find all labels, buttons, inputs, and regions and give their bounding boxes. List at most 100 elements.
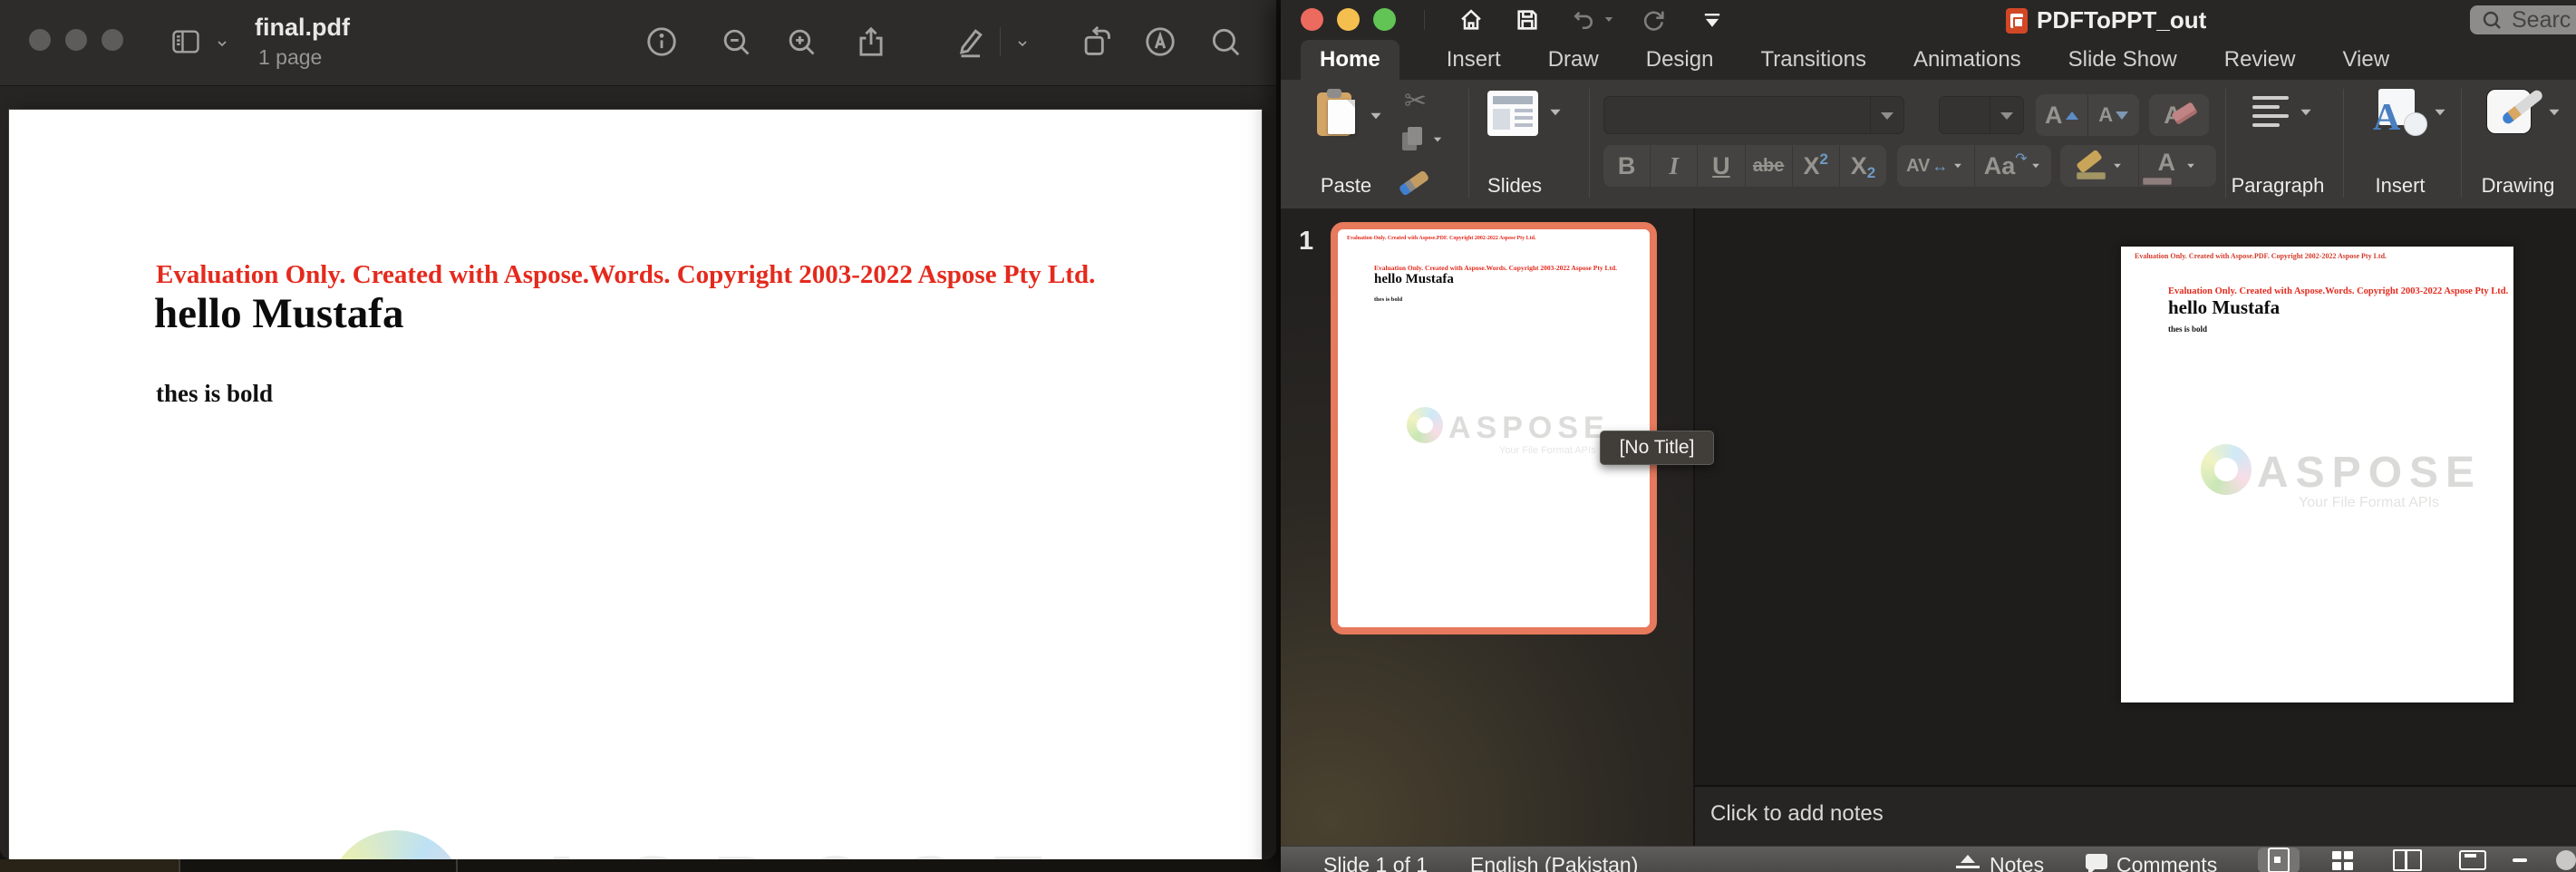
- markup-pencil-icon[interactable]: [953, 24, 987, 59]
- slides-button[interactable]: [1487, 91, 1538, 136]
- tab-review[interactable]: Review: [2224, 47, 2296, 73]
- tab-home[interactable]: Home: [1301, 40, 1399, 80]
- close-button[interactable]: [1301, 8, 1323, 31]
- slide-words-eval-text: Evaluation Only. Created with Aspose.Wor…: [2168, 286, 2508, 296]
- comments-icon[interactable]: [2086, 854, 2107, 869]
- subscript-button[interactable]: X 2: [1839, 145, 1886, 187]
- zoom-window-button[interactable]: [102, 29, 123, 51]
- sidebar-toggle-icon[interactable]: [169, 26, 203, 61]
- ribbon-group-divider: [1468, 89, 1469, 198]
- strikethrough-button[interactable]: abe: [1745, 145, 1792, 187]
- toolbar-divider: [1000, 27, 1001, 56]
- zoom-out-icon[interactable]: [719, 24, 753, 59]
- dock-separator: [179, 859, 180, 872]
- drawing-dropdown-icon[interactable]: [2549, 110, 2559, 115]
- paragraph-dropdown-icon[interactable]: [2300, 110, 2310, 115]
- format-painter-icon[interactable]: [1399, 170, 1430, 196]
- font-color-button[interactable]: A: [2138, 145, 2217, 187]
- italic-button[interactable]: I: [1650, 145, 1697, 187]
- highlight-dropdown-icon: [2114, 164, 2121, 168]
- copy-icon[interactable]: [1402, 127, 1422, 150]
- tab-slide-show[interactable]: Slide Show: [2068, 47, 2177, 73]
- bold-glyph: B: [1618, 152, 1636, 180]
- character-spacing-button[interactable]: AV ↔: [1897, 145, 1974, 187]
- zoom-slider-knob[interactable]: [2556, 850, 2576, 870]
- info-icon[interactable]: [644, 24, 679, 59]
- tab-insert[interactable]: Insert: [1447, 47, 1501, 73]
- underline-button[interactable]: U: [1697, 145, 1744, 187]
- tab-view[interactable]: View: [2342, 47, 2389, 73]
- thumb-watermark-tagline: Your File Format APIs: [1499, 445, 1596, 456]
- insert-button[interactable]: A: [2373, 89, 2427, 140]
- font-size-dropdown-icon[interactable]: [1990, 97, 2023, 133]
- font-name-combobox[interactable]: [1603, 96, 1904, 134]
- clear-formatting-button[interactable]: A: [2149, 94, 2209, 136]
- tab-animations[interactable]: Animations: [1913, 47, 2021, 73]
- shrink-font-button[interactable]: A: [2087, 94, 2140, 136]
- share-icon[interactable]: [854, 24, 888, 59]
- tab-design[interactable]: Design: [1646, 47, 1714, 73]
- normal-view-button[interactable]: [2258, 848, 2300, 872]
- pdf-page[interactable]: Evaluation Only. Created with Aspose.Wor…: [9, 110, 1262, 859]
- text-highlight-button[interactable]: [2060, 145, 2138, 187]
- paste-button[interactable]: [1317, 89, 1359, 138]
- minimize-button[interactable]: [65, 29, 87, 51]
- font-size-combobox[interactable]: [1939, 96, 2024, 134]
- slide-canvas[interactable]: Evaluation Only. Created with Aspose.PDF…: [2121, 247, 2513, 702]
- zoom-window-button[interactable]: [1373, 8, 1396, 31]
- save-icon[interactable]: [1515, 7, 1540, 33]
- reading-view-icon: [2393, 849, 2422, 871]
- tab-draw[interactable]: Draw: [1548, 47, 1599, 73]
- tab-transitions[interactable]: Transitions: [1760, 47, 1865, 73]
- ribbon: Paste ✂ Slides A A A: [1281, 80, 2576, 208]
- reading-view-button[interactable]: [2387, 848, 2428, 872]
- change-case-button[interactable]: Aa ↷: [1974, 145, 2052, 187]
- notes-pane[interactable]: Click to add notes: [1695, 787, 2576, 846]
- document-title-group: PDFToPPT_out: [2006, 6, 2206, 34]
- search-box[interactable]: Searc: [2470, 5, 2576, 34]
- notes-toggle-label[interactable]: Notes: [1990, 853, 2044, 872]
- change-case-glyph: Aa: [1984, 152, 2016, 180]
- slide-thumbnail-selected[interactable]: Evaluation Only. Created with Aspose.PDF…: [1331, 222, 1657, 635]
- home-icon[interactable]: [1458, 7, 1484, 33]
- comments-label[interactable]: Comments: [2116, 853, 2217, 872]
- slides-dropdown-icon[interactable]: [1550, 110, 1560, 115]
- slide-sorter-button[interactable]: [2321, 848, 2363, 872]
- zoom-out-button[interactable]: [2506, 848, 2533, 872]
- font-name-dropdown-icon[interactable]: [1870, 97, 1903, 133]
- titlebar-separator: [1424, 10, 1425, 30]
- cut-icon[interactable]: ✂: [1404, 85, 1427, 117]
- undo-icon[interactable]: [1571, 7, 1596, 33]
- markup-chevron-icon[interactable]: [1012, 36, 1047, 71]
- paste-dropdown-icon[interactable]: [1370, 113, 1380, 119]
- paragraph-button[interactable]: [2252, 96, 2292, 131]
- clipboard-paper: [1328, 100, 1355, 134]
- notes-toggle-icon[interactable]: [1956, 855, 1980, 872]
- slide-indicator[interactable]: Slide 1 of 1: [1323, 853, 1428, 872]
- powerpoint-window: PDFToPPT_out Searc Home Insert Draw Desi…: [1281, 0, 2576, 872]
- rotate-icon[interactable]: [1080, 24, 1114, 59]
- undo-dropdown-icon[interactable]: [1605, 17, 1612, 22]
- redo-icon[interactable]: [1641, 7, 1667, 33]
- superscript-button[interactable]: X 2: [1792, 145, 1839, 187]
- ribbon-tab-bar: Home Insert Draw Design Transitions Anim…: [1281, 40, 2576, 80]
- spacing-dropdown-icon: [1955, 164, 1962, 168]
- copy-dropdown-icon[interactable]: [1434, 138, 1441, 142]
- drawing-button[interactable]: [2486, 89, 2542, 141]
- search-placeholder-text: Searc: [2512, 7, 2571, 34]
- minimize-button[interactable]: [1337, 8, 1360, 31]
- annotate-icon[interactable]: [1143, 24, 1177, 59]
- language-indicator[interactable]: English (Pakistan): [1470, 853, 1638, 872]
- insert-dropdown-icon[interactable]: [2435, 110, 2445, 115]
- slide-editor-area: Evaluation Only. Created with Aspose.PDF…: [1695, 208, 2576, 785]
- sidebar-chevron-icon[interactable]: [212, 36, 247, 71]
- slideshow-button[interactable]: [2452, 848, 2494, 872]
- zoom-in-icon[interactable]: [784, 24, 818, 59]
- thumb-words-eval-text: Evaluation Only. Created with Aspose.Wor…: [1374, 264, 1617, 272]
- minus-icon: [2513, 858, 2527, 862]
- quick-access-customize-icon[interactable]: [1700, 7, 1725, 33]
- search-icon[interactable]: [1208, 24, 1243, 59]
- close-button[interactable]: [29, 29, 51, 51]
- grow-font-button[interactable]: A: [2036, 94, 2087, 136]
- bold-button[interactable]: B: [1603, 145, 1650, 187]
